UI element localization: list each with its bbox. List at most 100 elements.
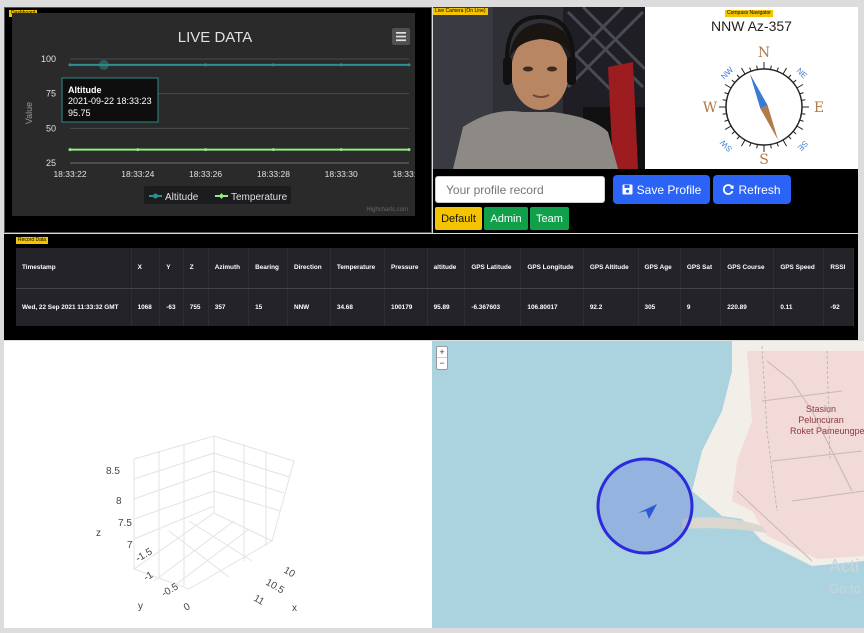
zoom-in-button[interactable]: + [437,347,447,358]
data-point-temperature [271,148,275,152]
compass-dial: N E S W NE SE SW NW [703,45,824,165]
position-accuracy-circle [596,457,694,555]
column-header: Direction [287,248,331,289]
compass-tick [782,67,787,75]
table-cell: 755 [183,288,209,326]
3d-plot-svg: 8.5 8 7.5 7 z -1.5 -1 -0.5 0 y 10 10.5 1… [96,435,297,614]
table-cell: 95.89 [427,288,466,326]
table-cell: 220.89 [720,288,775,326]
chart-legend[interactable]: Altitude Temperature [144,186,291,204]
table-cell: 100179 [384,288,428,326]
table-cell: -92 [823,288,854,326]
cardinal-e: E [814,100,824,116]
cardinal-w: W [703,100,718,116]
default-button[interactable]: Default [435,207,482,230]
table-cell: 9 [680,288,722,326]
x-tick-label: 18:33:22 [53,169,86,179]
save-profile-button[interactable]: Save Profile [613,175,710,204]
table-cell: 1068 [131,288,161,326]
intercardinal-ne: NE [795,66,809,80]
column-header: Z [183,248,209,289]
table-cell: -6.367603 [464,288,522,326]
floppy-disk-icon [622,184,633,195]
column-header: GPS Course [720,248,775,289]
y-tick-3: 0 [182,601,193,614]
camera-tag: Live Camera (On Line) [433,8,488,15]
map-panel[interactable]: Stasiun Peluncuran Roket Pameungpeuk Act… [432,341,864,628]
y-tick-label: 50 [46,123,56,133]
live-camera-panel: Live Camera (On Line) [433,7,645,169]
record-table: Timestamp X Y Z Azimuth Bearing Direction Tempe… [16,248,854,326]
compass-tick [741,67,746,75]
3d-axis-labels: 8.5 8 7.5 7 z -1.5 -1 -0.5 0 y 10 10.5 1… [96,466,297,614]
save-profile-label: Save Profile [636,182,702,197]
column-header: GPS Speed [773,248,825,289]
chart-svg: LIVE DATA Value 100755025 18:33:22 18:33:… [24,28,426,213]
refresh-label: Refresh [738,182,781,197]
admin-button[interactable]: Admin [484,207,528,230]
profile-record-input[interactable] [435,176,605,203]
cardinal-n: N [758,45,770,61]
chart-title: LIVE DATA [178,29,252,46]
table-cell: 92.2 [583,288,639,326]
compass-panel: Compass Navigator NNW Az-357 N E S W NE … [645,7,858,169]
y-tick-2: -0.5 [160,581,181,599]
3d-grid [133,435,295,590]
data-point-temperature [204,148,208,152]
table-cell: 305 [638,288,681,326]
x-axis-ticks: 18:33:22 18:33:24 18:33:26 18:33:28 18:33:30… [53,169,425,179]
table-cell: 106.80017 [520,288,584,326]
team-button[interactable]: Team [530,207,569,230]
cardinal-s: S [759,152,769,165]
table-cell: 0.11 [773,288,825,326]
refresh-icon [723,184,734,195]
data-point-altitude [339,63,343,67]
y-axis-label: Value [24,102,34,124]
compass-tick [724,84,732,89]
x-tick-label: 18:33:26 [189,169,222,179]
legend-temperature[interactable]: Temperature [231,192,288,203]
intercardinal-sw: SW [718,138,734,154]
z-axis-label: z [96,528,101,539]
compass-tick [782,139,787,147]
compass-tick [724,125,732,130]
column-header: GPS Longitude [520,248,584,289]
data-point-temperature [339,148,343,152]
x-tick-1: 10.5 [264,577,287,596]
data-point-altitude [407,63,411,67]
column-header: Bearing [248,248,288,289]
refresh-button[interactable]: Refresh [713,175,791,204]
column-header: GPS Latitude [464,248,522,289]
x-tick-label: 18:33:30 [325,169,358,179]
x-tick-2: 11 [252,593,267,608]
z-tick-3: 7 [127,540,133,551]
table-cell: NNW [287,288,331,326]
data-point-altitude [68,63,72,67]
tooltip-value: 95.75 [68,108,91,118]
chart-tooltip: Altitude 2021-09-22 18:33:23 95.75 [61,77,159,123]
chart-credit[interactable]: Highcharts.com [366,207,408,213]
column-header: Temperature [330,248,386,289]
column-header: Y [159,248,184,289]
data-point-temperature [136,148,140,152]
controls-panel: Save Profile Refresh Default Admin Team [433,169,858,233]
map-place-label-line2: Peluncuran [798,415,844,425]
y-axis-ticks: 100 75 50 25 [41,54,56,168]
data-point-temperature [68,148,72,152]
data-point-altitude [271,63,275,67]
table-cell: 15 [248,288,288,326]
column-header: Azimuth [208,248,250,289]
column-header: GPS Sat [680,248,722,289]
compass-needle-icon [749,73,779,141]
x-tick-label: 18:33:32 [392,169,415,179]
legend-altitude[interactable]: Altitude [165,192,199,203]
zoom-out-button[interactable]: − [437,358,447,369]
record-tag: Record Data [16,237,49,244]
compass-tick [741,139,746,147]
chart-menu-button[interactable] [392,28,410,45]
map-tiles[interactable]: Stasiun Peluncuran Roket Pameungpeuk Act… [432,341,864,628]
compass-heading: NNW Az-357 [711,18,792,34]
z-tick-0: 8.5 [106,466,120,477]
compass-tick [796,125,804,130]
y-tick-label: 25 [46,158,56,168]
